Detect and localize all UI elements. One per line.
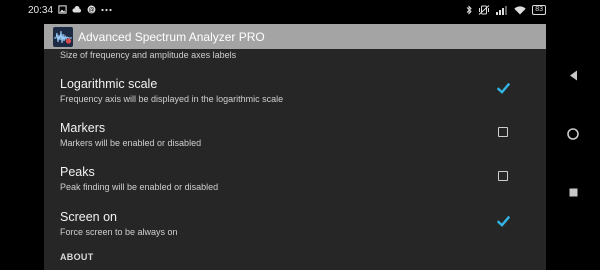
app-title: Advanced Spectrum Analyzer PRO xyxy=(78,29,265,44)
more-dots-icon xyxy=(101,8,112,11)
unchecked-box-icon xyxy=(498,171,508,181)
setting-title: Logarithmic scale xyxy=(60,77,158,91)
recents-button[interactable] xyxy=(546,188,600,197)
axes-labels-size-summary: Size of frequency and amplitude axes lab… xyxy=(60,50,237,60)
setting-peaks[interactable]: Peaks Peak finding will be enabled or di… xyxy=(44,165,546,209)
navigation-bar xyxy=(546,24,600,270)
back-icon xyxy=(569,70,577,81)
setting-summary: Force screen to be always on xyxy=(60,227,178,237)
signal-icon xyxy=(496,5,508,15)
recents-icon xyxy=(569,188,577,197)
home-button[interactable] xyxy=(546,128,600,140)
checkmark-icon xyxy=(496,82,510,94)
setting-screen-on[interactable]: Screen on Force screen to be always on xyxy=(44,210,546,254)
about-section-header: ABOUT xyxy=(60,252,94,262)
app-bar: Advanced Spectrum Analyzer PRO xyxy=(44,24,546,49)
setting-logarithmic-scale[interactable]: Logarithmic scale Frequency axis will be… xyxy=(44,77,546,121)
setting-title: Screen on xyxy=(60,210,117,224)
wifi-icon xyxy=(514,5,526,14)
status-time: 20:34 xyxy=(28,5,54,16)
checkmark-icon xyxy=(496,215,510,227)
svg-text:@: @ xyxy=(89,8,95,14)
bluetooth-icon xyxy=(466,5,472,15)
setting-summary: Markers will be enabled or disabled xyxy=(60,138,202,148)
spectrum-app-icon xyxy=(53,26,73,47)
home-icon xyxy=(567,128,579,140)
status-left-icons: @ xyxy=(58,5,112,14)
app-window: Advanced Spectrum Analyzer PRO Size of f… xyxy=(44,24,546,270)
unchecked-box-icon xyxy=(498,127,508,137)
cloud-icon xyxy=(72,5,82,12)
screen-on-checkbox[interactable] xyxy=(496,214,510,228)
setting-markers[interactable]: Markers Markers will be enabled or disab… xyxy=(44,121,546,165)
vibrate-icon xyxy=(478,5,490,15)
gallery-icon xyxy=(58,5,67,14)
setting-title: Markers xyxy=(60,121,106,135)
setting-title: Peaks xyxy=(60,165,95,179)
setting-summary: Peak finding will be enabled or disabled xyxy=(60,182,219,192)
logarithmic-scale-checkbox[interactable] xyxy=(496,81,510,95)
markers-checkbox[interactable] xyxy=(496,125,510,139)
battery-icon: 83 xyxy=(532,5,546,15)
back-button[interactable] xyxy=(546,70,600,81)
setting-summary: Frequency axis will be displayed in the … xyxy=(60,94,284,104)
status-right-icons: 83 xyxy=(466,5,546,15)
status-bar: 20:34 @ 83 xyxy=(0,0,600,24)
peaks-checkbox[interactable] xyxy=(496,169,510,183)
at-icon: @ xyxy=(87,5,96,14)
